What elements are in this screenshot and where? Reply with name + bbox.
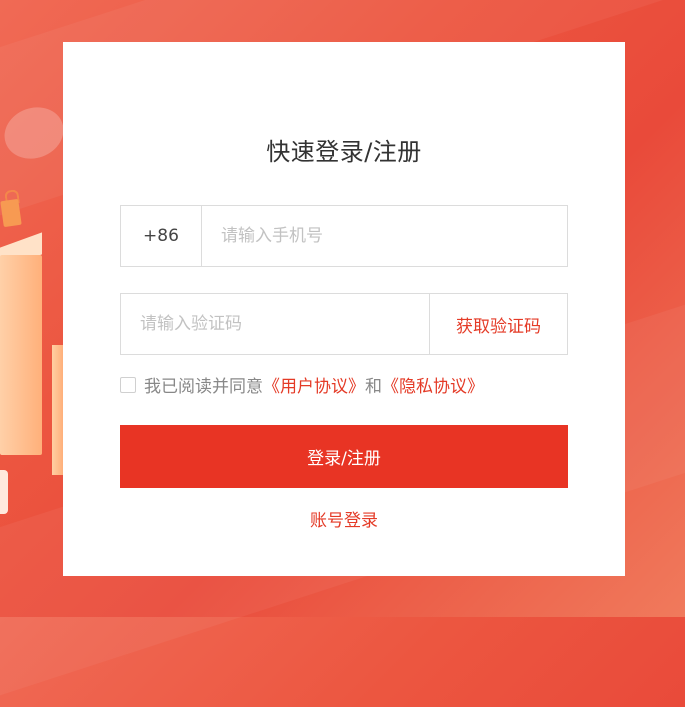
- decorative-bar: [0, 255, 42, 455]
- country-code-prefix[interactable]: +86: [121, 206, 202, 266]
- agreement-row: 我已阅读并同意 《用户协议》 和 《隐私协议》: [120, 372, 484, 397]
- decorative-cup: [0, 470, 8, 514]
- agreement-prefix-text: 我已阅读并同意: [144, 377, 263, 397]
- phone-input-row: +86: [120, 205, 568, 267]
- get-code-button[interactable]: 获取验证码: [429, 294, 567, 354]
- decorative-bar-top: [0, 232, 42, 270]
- shopping-bag-handle: [4, 189, 20, 205]
- phone-input[interactable]: [202, 206, 567, 266]
- verification-code-input[interactable]: [121, 294, 429, 354]
- code-input-row: 获取验证码: [120, 293, 568, 355]
- user-agreement-link[interactable]: 《用户协议》: [263, 372, 365, 397]
- account-login-link[interactable]: 账号登录: [63, 506, 625, 531]
- agreement-and-text: 和: [365, 377, 382, 397]
- page-title: 快速登录/注册: [266, 138, 422, 166]
- login-register-button[interactable]: 登录/注册: [120, 425, 568, 488]
- privacy-policy-link[interactable]: 《隐私协议》: [382, 372, 484, 397]
- login-card: 快速登录/注册 +86 获取验证码 我已阅读并同意 《用户协议》 和 《隐私协议…: [63, 42, 625, 576]
- agreement-checkbox[interactable]: [120, 376, 136, 393]
- shopping-bag-icon: [0, 198, 22, 228]
- decorative-blob: [0, 99, 71, 167]
